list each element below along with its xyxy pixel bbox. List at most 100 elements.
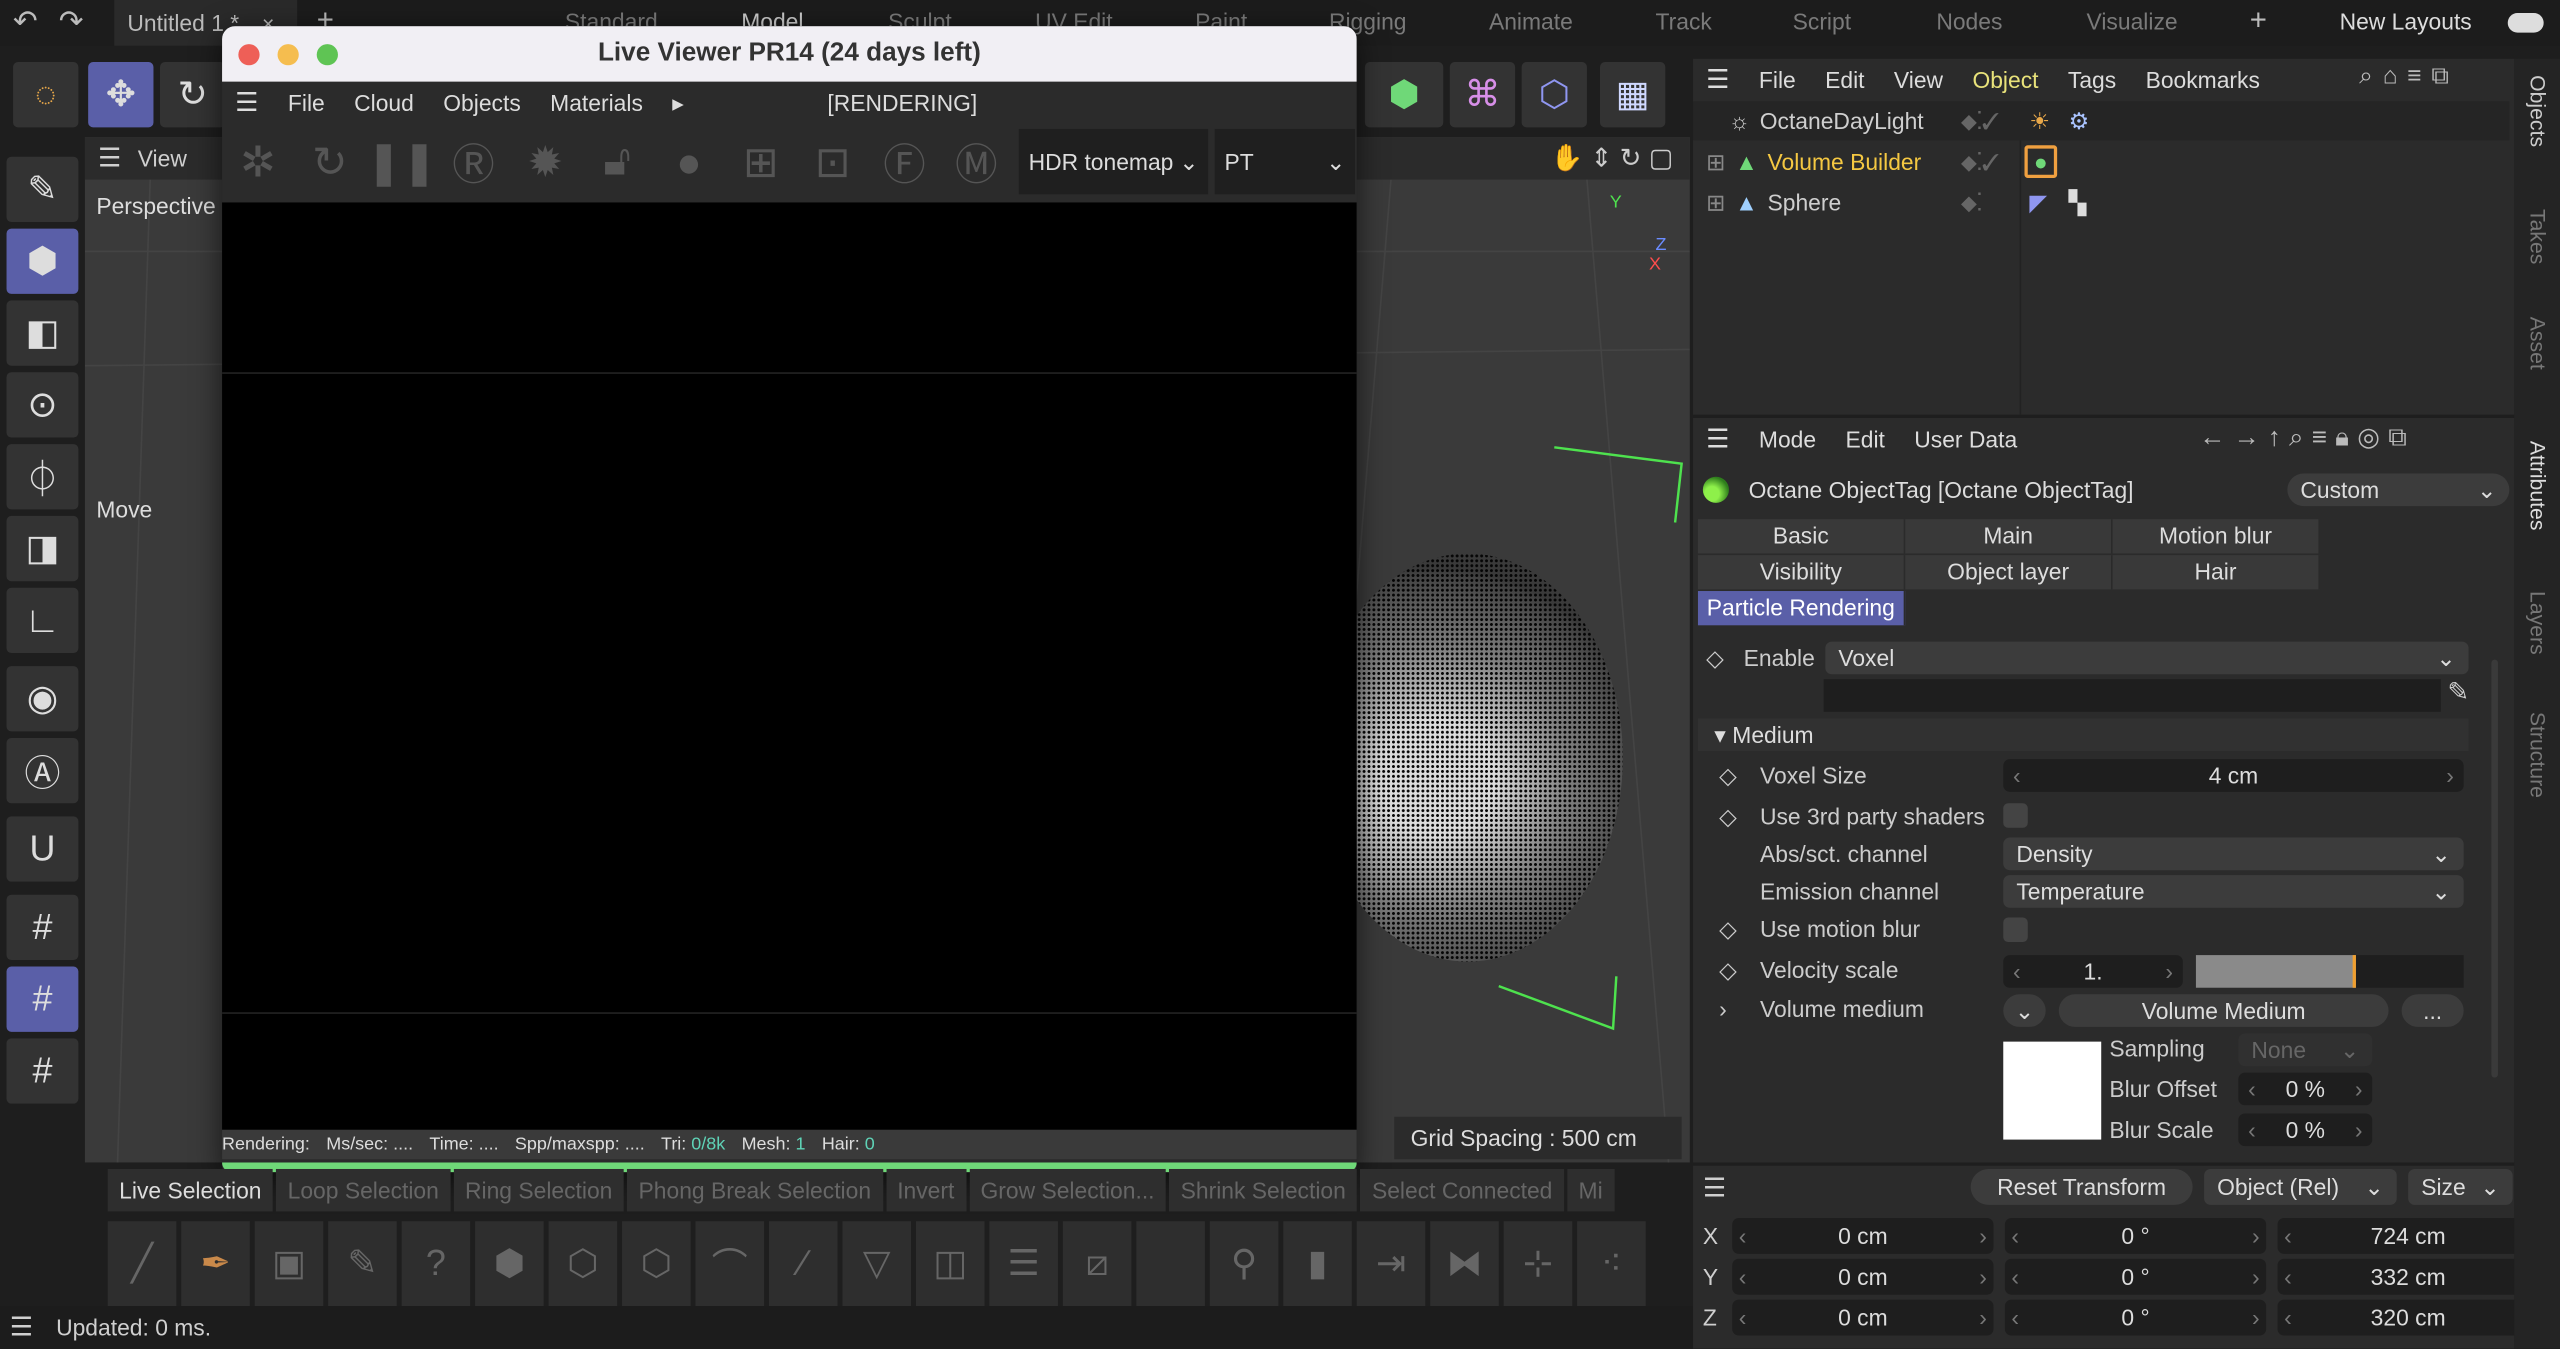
object-manager-tools-icons[interactable]: ⌕⌂≡⧉: [2359, 62, 2458, 90]
side-tab-layers[interactable]: Layers: [2526, 591, 2550, 655]
sampling-select[interactable]: None ⌄: [2238, 1033, 2373, 1067]
layout-tab[interactable]: Nodes: [1936, 8, 2002, 34]
more-menu-icon[interactable]: ▸: [672, 89, 683, 117]
keyframe-diamond-icon[interactable]: ◇: [1706, 645, 1724, 673]
side-tab-objects[interactable]: Objects: [2526, 75, 2550, 147]
view-menu[interactable]: View: [138, 145, 187, 171]
menu-object[interactable]: Object: [1972, 67, 2038, 93]
mirror-icon[interactable]: ⧓: [1430, 1221, 1499, 1307]
film-region-icon[interactable]: ⊡: [797, 136, 869, 187]
menu-bookmarks[interactable]: Bookmarks: [2146, 67, 2260, 93]
tab-motion-blur[interactable]: Motion blur: [2112, 519, 2320, 554]
attributes-nav-icons[interactable]: ←→↑⌕≡🔒︎◎⧉: [2199, 421, 2415, 454]
coordinate-size-field[interactable]: ‹320 cm›: [2277, 1299, 2539, 1336]
velocity-scale-slider[interactable]: [2195, 955, 2464, 988]
keyframe-diamond-icon[interactable]: ◇: [1719, 957, 1737, 985]
title-bar[interactable]: Live Viewer PR14 (24 days left): [222, 26, 1357, 82]
tonemap-select[interactable]: HDR tonemap ⌄: [1018, 128, 1209, 195]
side-tab-structure[interactable]: Structure: [2526, 712, 2550, 798]
blur-offset-field[interactable]: ‹ 0 % ›: [2238, 1072, 2373, 1106]
coordinate-rot-field[interactable]: ‹ 0 ° ›: [2004, 1299, 2267, 1336]
voxel-size-field[interactable]: ‹ 4 cm ›: [2003, 759, 2464, 792]
knife-icon[interactable]: ∕: [768, 1221, 838, 1307]
menu-icon[interactable]: ☰: [235, 87, 258, 120]
material-picker-icon[interactable]: Ⓜ: [940, 131, 1012, 191]
rotate-tool-icon[interactable]: ↻: [159, 62, 226, 128]
close-window-button[interactable]: [238, 44, 260, 66]
navigation-icons[interactable]: ✋ ⇕ ↻ ▢: [1551, 142, 1674, 175]
menu-view[interactable]: View: [1894, 67, 1943, 93]
abs-channel-select[interactable]: Density ⌄: [2003, 837, 2464, 871]
live-selection-button[interactable]: Live Selection: [107, 1168, 273, 1212]
new-layouts-button[interactable]: New Layouts: [2340, 8, 2472, 34]
visibility-icon[interactable]: ◉: [6, 666, 79, 732]
emission-channel-select[interactable]: Temperature ⌄: [2003, 875, 2464, 908]
menu-materials[interactable]: Materials: [550, 90, 643, 116]
restart-render-icon[interactable]: ↻: [294, 136, 366, 187]
pen-tool-icon[interactable]: ✒: [181, 1221, 250, 1307]
volume-medium-dropdown[interactable]: ⌄: [2003, 994, 2046, 1027]
material-sphere-icon[interactable]: ●: [653, 136, 725, 187]
snap-auto-icon[interactable]: #: [6, 1038, 79, 1104]
tab-visibility[interactable]: Visibility: [1697, 555, 1906, 590]
render-grid-icon[interactable]: ▦: [1599, 62, 1666, 128]
extrude-icon[interactable]: ⬢: [475, 1221, 544, 1307]
menu-cloud[interactable]: Cloud: [354, 90, 414, 116]
distribute-icon[interactable]: ⁖: [1577, 1221, 1646, 1307]
third-party-shaders-checkbox[interactable]: [2003, 803, 2028, 828]
more-selection-button[interactable]: Mi: [1567, 1168, 1615, 1212]
point-mode-icon[interactable]: ⊙: [6, 372, 79, 438]
more-button[interactable]: ...: [2401, 994, 2464, 1027]
coordinate-pos-field[interactable]: ‹ 0 cm ›: [1732, 1258, 1994, 1295]
side-tab-attributes[interactable]: Attributes: [2526, 441, 2550, 531]
menu-edit[interactable]: Edit: [1825, 67, 1864, 93]
tab-basic[interactable]: Basic: [1697, 519, 1906, 554]
layout-tab[interactable]: Track: [1656, 8, 1712, 34]
expand-icon[interactable]: ⊞: [1706, 189, 1725, 217]
object-row[interactable]: ⊞ ▲ Sphere ⬥⁚ ◤ ▚: [1693, 183, 2509, 222]
invert-button[interactable]: Invert: [885, 1168, 966, 1212]
text-icon[interactable]: Ⓐ: [6, 737, 79, 804]
menu-icon[interactable]: ☰: [98, 142, 121, 175]
focus-picker-icon[interactable]: Ⓕ: [869, 131, 941, 191]
live-selection-tool-icon[interactable]: ◌: [13, 62, 79, 128]
coordinate-size-field[interactable]: ‹724 cm›: [2277, 1217, 2539, 1254]
visibility-dots-icon[interactable]: ⬥⁚: [1961, 189, 1982, 217]
grow-selection-button[interactable]: Grow Selection...: [969, 1168, 1166, 1212]
weld-icon[interactable]: ⚲: [1209, 1221, 1279, 1307]
bridge-icon[interactable]: ⌒: [695, 1221, 765, 1307]
keyframe-diamond-icon[interactable]: ◇: [1719, 916, 1737, 944]
settings-gear-icon[interactable]: ✹: [509, 136, 581, 187]
visibility-dots-icon[interactable]: ⬥⁚✓: [1961, 107, 1999, 135]
minimize-window-button[interactable]: [277, 44, 299, 66]
tab-main[interactable]: Main: [1905, 519, 2113, 554]
tab-particle-rendering[interactable]: Particle Rendering: [1697, 591, 1906, 626]
axis-move-icon[interactable]: ⊹: [1503, 1221, 1573, 1307]
reset-transform-button[interactable]: Reset Transform: [1970, 1168, 2193, 1205]
layout-tab[interactable]: Script: [1793, 8, 1851, 34]
enable-select[interactable]: Voxel ⌄: [1825, 641, 2469, 675]
coordinate-mode-select[interactable]: Object (Rel) ⌄: [2204, 1168, 2397, 1205]
volume-medium-button[interactable]: Volume Medium: [2058, 994, 2389, 1027]
menu-user-data[interactable]: User Data: [1914, 426, 2017, 452]
layout-tab[interactable]: Animate: [1489, 8, 1573, 34]
visibility-dots-icon[interactable]: ⬥⁚✓: [1961, 148, 1999, 176]
bevel-icon[interactable]: ⬡: [622, 1221, 691, 1307]
mesh-mode-icon[interactable]: ◧: [6, 300, 79, 366]
kernel-select[interactable]: PT ⌄: [1214, 128, 1356, 195]
material-tag-icon[interactable]: ▚: [2069, 189, 2087, 217]
object-row[interactable]: ☼ OctaneDayLight ⬥⁚✓ ☀ ⚙: [1693, 101, 2510, 141]
menu-file[interactable]: File: [288, 90, 325, 116]
coordinate-rot-field[interactable]: ‹ 0 ° ›: [2004, 1217, 2267, 1254]
move-tool-icon[interactable]: ✥: [88, 62, 154, 128]
extrude-inner-icon[interactable]: ⬡: [548, 1221, 618, 1307]
polygon-pen-icon[interactable]: ▽: [842, 1221, 912, 1307]
axis-icon[interactable]: ∟: [6, 587, 79, 654]
undo-icon[interactable]: ↶: [13, 5, 38, 39]
object-row[interactable]: ⊞ ▲ Volume Builder ⬥⁚✓ ●: [1693, 142, 2509, 181]
tab-object-layer[interactable]: Object layer: [1905, 555, 2113, 590]
preset-select[interactable]: Custom ⌄: [2287, 473, 2510, 507]
coordinate-pos-field[interactable]: ‹ 0 cm ›: [1732, 1299, 1994, 1336]
render-canvas[interactable]: [222, 202, 1357, 1130]
scrollbar[interactable]: [2491, 659, 2498, 1078]
